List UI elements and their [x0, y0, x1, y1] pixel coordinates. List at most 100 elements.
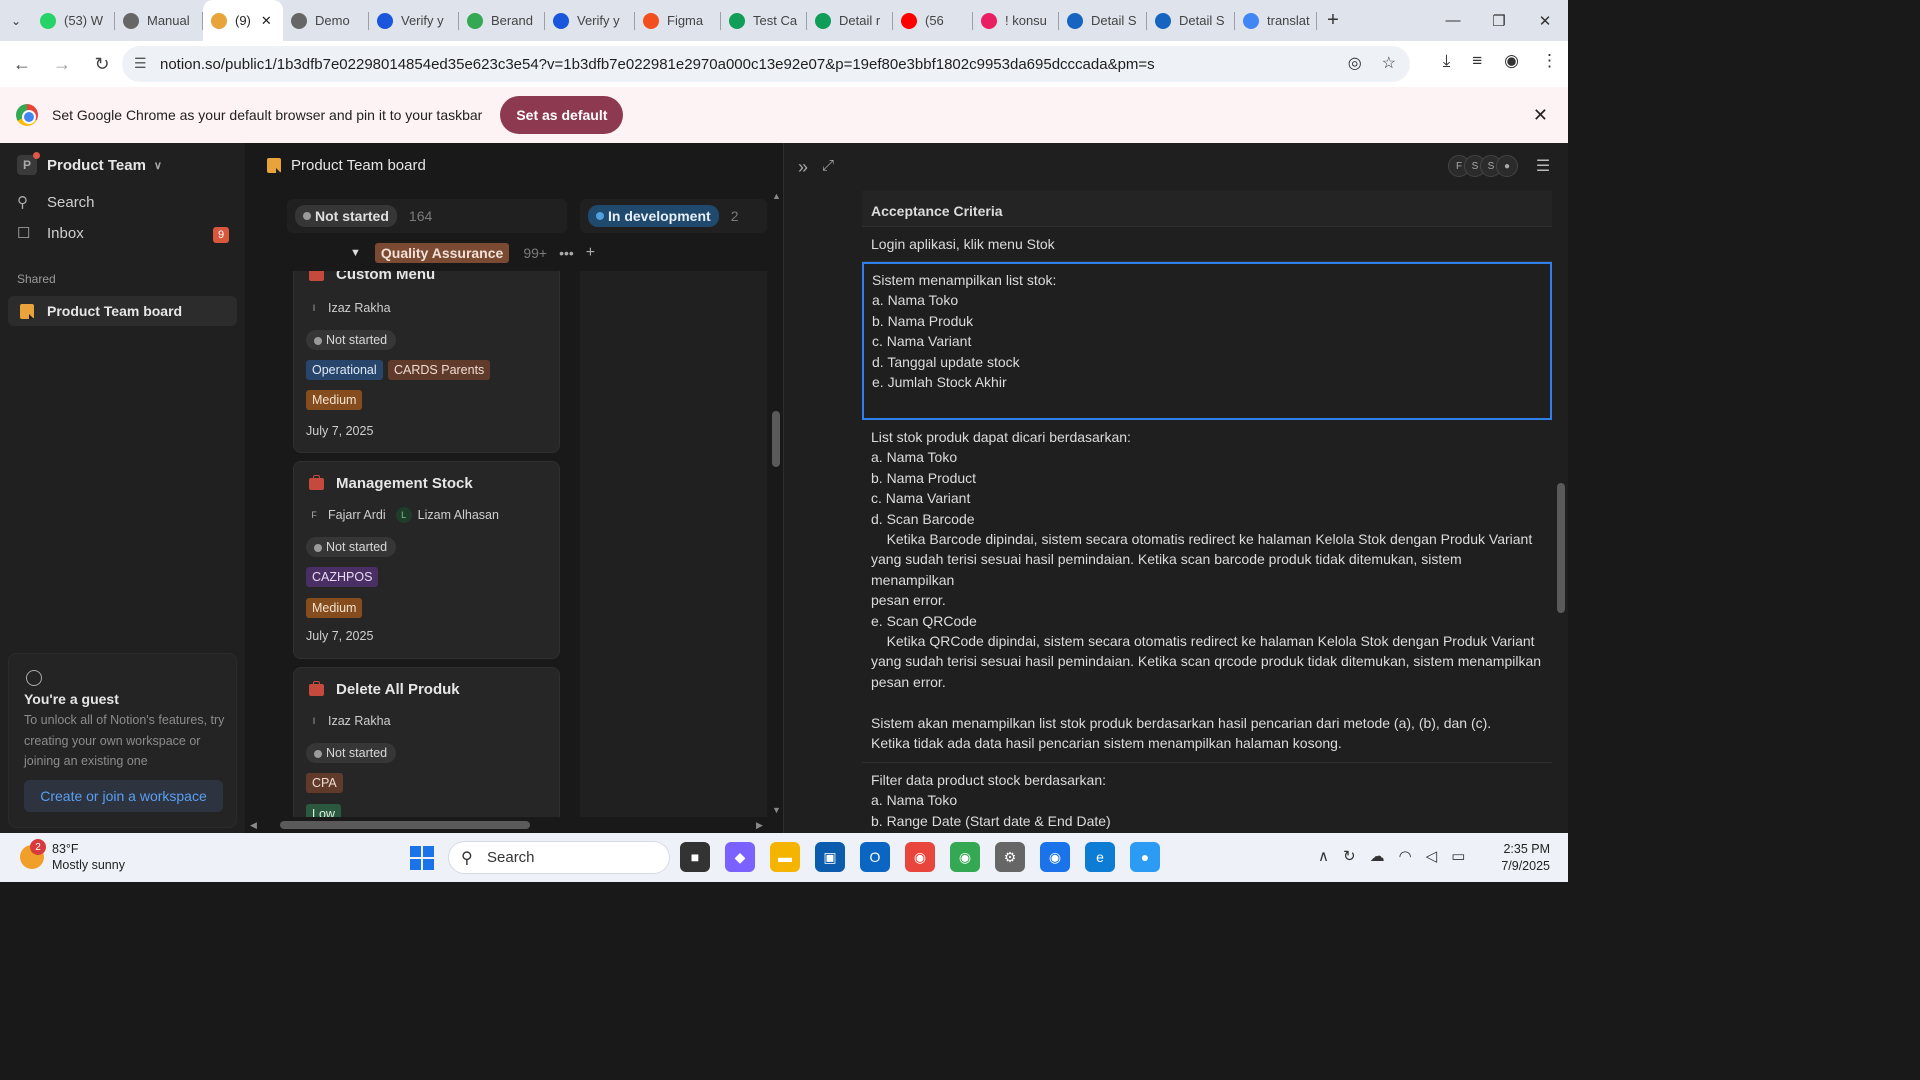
create-workspace-button[interactable]: Create or join a workspace — [24, 780, 223, 812]
more-options-icon[interactable]: ••• — [559, 245, 574, 261]
browser-tab[interactable]: Detail r — [807, 0, 893, 41]
browser-tab[interactable]: Demo — [283, 0, 369, 41]
browser-tab[interactable]: Manual — [115, 0, 203, 41]
copilot-icon[interactable]: ◆ — [725, 842, 755, 872]
app-icon[interactable]: ● — [1130, 842, 1160, 872]
user-icon — [26, 670, 42, 686]
bookmark-star-icon[interactable]: ☆ — [1382, 53, 1396, 73]
wifi-icon[interactable]: ◠ — [1399, 847, 1412, 865]
comments-icon[interactable]: ☰ — [1532, 155, 1554, 177]
person-name: Izaz Rakha — [328, 714, 391, 728]
add-card-icon[interactable]: + — [586, 244, 595, 262]
windows-start-icon[interactable] — [410, 846, 434, 870]
sidebar-item-product-team-board[interactable]: Product Team board — [8, 296, 237, 326]
set-as-default-button[interactable]: Set as default — [500, 96, 624, 134]
close-window-button[interactable]: ✕ — [1522, 0, 1568, 41]
board-card[interactable]: Management Stock F Fajarr Ardi L Lizam A… — [293, 461, 560, 659]
column-count: 164 — [408, 208, 433, 224]
profile-avatar[interactable]: ◉ — [1504, 51, 1519, 71]
cloud-icon[interactable]: ☁ — [1370, 847, 1385, 865]
group-header-quality-assurance[interactable]: ▼ Quality Assurance 99+ ••• + — [350, 243, 595, 263]
criteria-cell[interactable]: Filter data product stock berdasarkan: a.… — [862, 763, 1552, 833]
download-icon[interactable]: ⤓ — [1443, 51, 1451, 71]
browser-tab[interactable]: Verify y — [545, 0, 635, 41]
url-bar[interactable]: ☰ notion.so/public1/1b3dfb7e02298014854e… — [122, 46, 1410, 82]
chevron-up-icon[interactable]: ∧ — [1318, 847, 1329, 865]
board-header: Product Team board — [267, 157, 426, 174]
chrome-profile-icon[interactable]: ◉ — [950, 842, 980, 872]
browser-tab[interactable]: Berand — [459, 0, 545, 41]
expand-icon[interactable]: ⤢ — [822, 157, 834, 178]
settings-icon[interactable]: ⚙ — [995, 842, 1025, 872]
task-view-icon[interactable]: ■ — [680, 842, 710, 872]
board-title[interactable]: Product Team board — [291, 157, 426, 174]
system-tray: ∧ ↻ ☁ ◠ ◁ ▭ — [1318, 847, 1465, 865]
edge-icon[interactable]: e — [1085, 842, 1115, 872]
clock[interactable]: 2:35 PM 7/9/2025 — [1501, 841, 1550, 875]
taskbar: 2 83°F Mostly sunny ⚲ Search ■ ◆ ▬ ▣ O ◉… — [0, 833, 1568, 882]
browser-tab[interactable]: ! konsu — [973, 0, 1059, 41]
sidebar-item-search[interactable]: ⚲ Search — [17, 193, 95, 212]
browser-tab[interactable]: translat — [1235, 0, 1317, 41]
browser-tab[interactable]: Figma — [635, 0, 721, 41]
horizontal-scrollbar[interactable] — [280, 821, 530, 829]
minimize-button[interactable]: — — [1430, 0, 1476, 41]
sun-icon: 2 — [20, 839, 46, 869]
new-tab-button[interactable]: + — [1317, 0, 1349, 41]
column-in-development — [580, 271, 767, 817]
vertical-scrollbar[interactable] — [772, 411, 780, 467]
browser-tab[interactable]: (9) ✕ — [203, 0, 283, 41]
scroll-right-arrow-icon[interactable]: ▶ — [756, 820, 763, 831]
chrome-alt-icon[interactable]: ◉ — [1040, 842, 1070, 872]
scroll-left-arrow-icon[interactable]: ◀ — [250, 820, 257, 831]
person-name: Fajarr Ardi — [328, 508, 386, 522]
scroll-down-arrow-icon[interactable]: ▼ — [772, 805, 781, 815]
restore-button[interactable]: ❐ — [1476, 0, 1522, 41]
menu-kebab-icon[interactable]: ⋮ — [1541, 51, 1558, 71]
tab-label: Detail r — [839, 13, 881, 28]
scroll-up-arrow-icon[interactable]: ▲ — [772, 191, 781, 201]
browser-tab[interactable]: Verify y — [369, 0, 459, 41]
board-card[interactable]: Custom Menu I Izaz Rakha Not started Ope… — [293, 271, 560, 453]
criteria-cell[interactable]: Login aplikasi, klik menu Stok — [862, 227, 1552, 262]
tab-search-chevron-icon[interactable]: ⌄ — [0, 0, 32, 41]
column-header-in-development[interactable]: In development 2 — [580, 199, 767, 233]
back-button[interactable]: ← — [4, 46, 40, 82]
sync-icon[interactable]: ↻ — [1343, 847, 1356, 865]
outlook-icon[interactable]: O — [860, 842, 890, 872]
store-icon[interactable]: ▣ — [815, 842, 845, 872]
reload-button[interactable]: ↻ — [84, 46, 120, 82]
browser-tab[interactable]: Test Ca — [721, 0, 807, 41]
browser-tab[interactable]: (53) W — [32, 0, 115, 41]
volume-icon[interactable]: ◁ — [1426, 847, 1438, 865]
criteria-line: List stok produk dapat dicari berdasarka… — [871, 429, 1131, 445]
battery-icon[interactable]: ▭ — [1451, 847, 1465, 865]
criteria-cell[interactable]: List stok produk dapat dicari berdasarka… — [862, 420, 1552, 763]
collapse-triangle-icon[interactable]: ▼ — [350, 247, 361, 259]
eye-off-icon[interactable]: ◎ — [1348, 53, 1362, 73]
column-header-not-started[interactable]: Not started 164 — [287, 199, 567, 233]
sidebar-item-inbox[interactable]: ☐ Inbox — [17, 224, 84, 243]
browser-tab[interactable]: (56 — [893, 0, 973, 41]
tab-favicon-icon — [1243, 12, 1259, 29]
forward-button[interactable]: → — [44, 46, 80, 82]
browser-tab[interactable]: Detail S — [1059, 0, 1147, 41]
weather-widget[interactable]: 2 83°F Mostly sunny — [20, 839, 125, 873]
chrome-icon[interactable]: ◉ — [905, 842, 935, 872]
close-peek-icon[interactable]: » — [798, 157, 808, 178]
banner-text: Set Google Chrome as your default browse… — [52, 107, 483, 123]
media-icon[interactable]: ≡ — [1472, 51, 1482, 71]
taskbar-search[interactable]: ⚲ Search — [448, 841, 670, 874]
tab-favicon-icon — [123, 12, 139, 29]
file-explorer-icon[interactable]: ▬ — [770, 842, 800, 872]
banner-close-icon[interactable]: ✕ — [1533, 105, 1548, 126]
site-info-icon[interactable]: ☰ — [134, 55, 147, 72]
close-tab-icon[interactable]: ✕ — [261, 13, 272, 29]
peek-scrollbar[interactable] — [1557, 483, 1565, 613]
browser-tab[interactable]: Detail S — [1147, 0, 1235, 41]
board-card[interactable]: Delete All Produk I Izaz Rakha Not start… — [293, 667, 560, 817]
card-title: Delete All Produk — [336, 681, 460, 698]
criteria-cell[interactable]: Sistem menampilkan list stok: a. Nama Tok… — [862, 262, 1552, 420]
priority-tag: Medium — [306, 598, 363, 618]
workspace-switcher[interactable]: P Product Team ∨ — [17, 152, 162, 175]
